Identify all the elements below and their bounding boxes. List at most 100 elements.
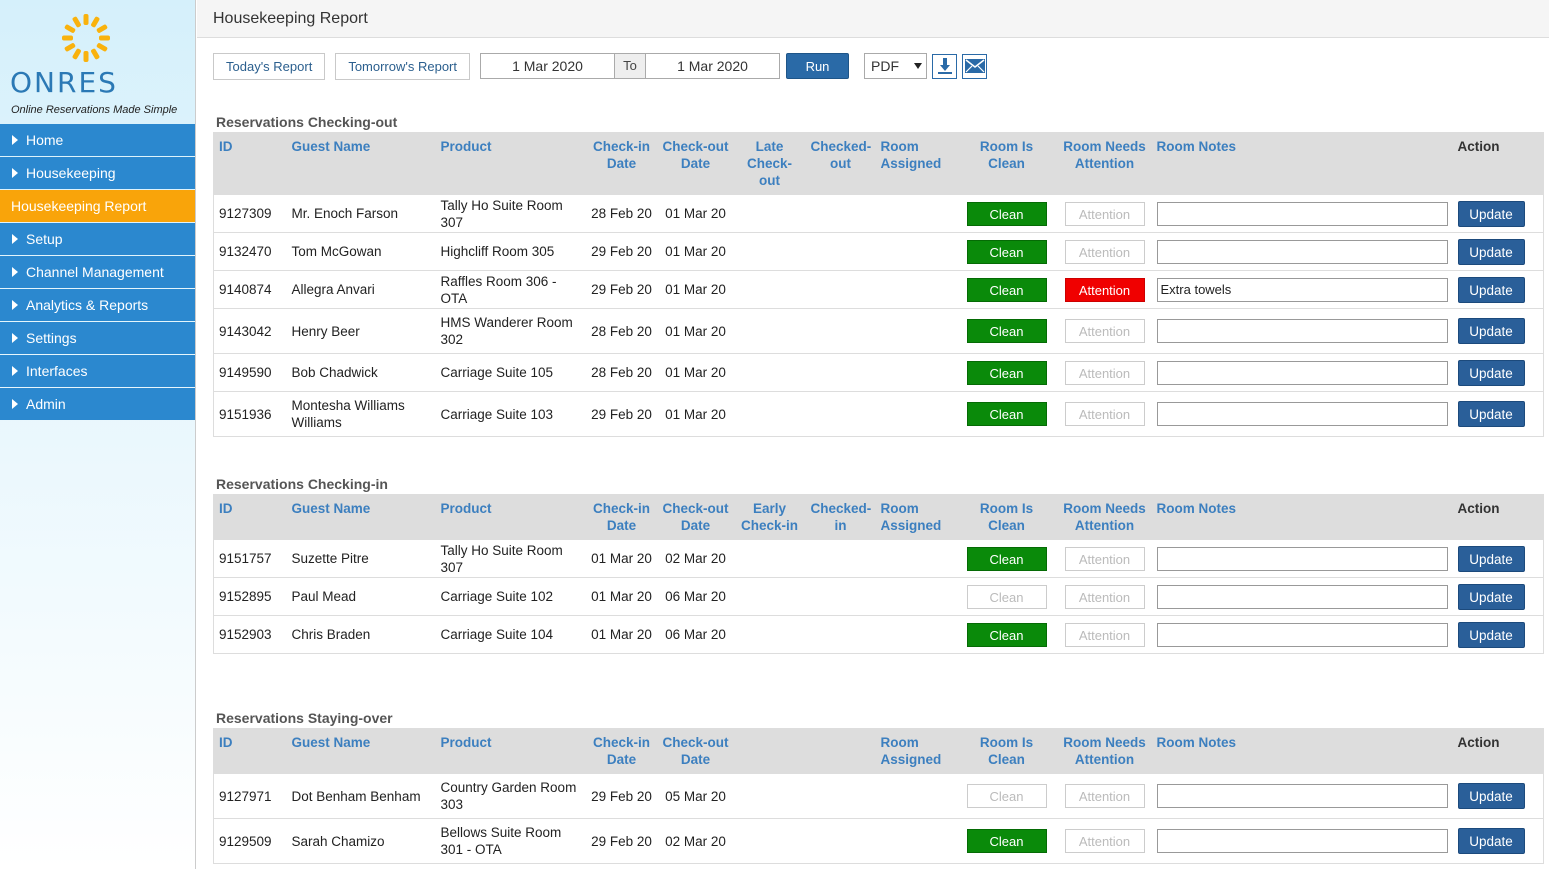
update-button[interactable]: Update (1457, 583, 1525, 610)
column-header[interactable] (734, 729, 806, 774)
attention-toggle[interactable]: Attention (1064, 546, 1145, 571)
download-button[interactable] (932, 53, 957, 79)
room-notes-input[interactable] (1156, 319, 1448, 343)
attention-toggle[interactable]: Attention (1064, 201, 1145, 226)
column-header[interactable]: Check-out Date (658, 495, 734, 540)
sidebar-item-channel-management[interactable]: Channel Management (0, 256, 195, 288)
attention-toggle[interactable]: Attention (1064, 402, 1145, 426)
guest-name: Mr. Enoch Farson (286, 194, 436, 233)
column-header[interactable]: Room Assigned (876, 729, 956, 774)
sidebar-item-housekeeping[interactable]: Housekeeping (0, 157, 195, 189)
column-header[interactable]: Checked-in (806, 495, 876, 540)
column-header[interactable]: Room Notes (1152, 729, 1453, 774)
column-header[interactable]: Product (436, 729, 586, 774)
format-select[interactable]: PDF (864, 53, 927, 79)
clean-cell: Clean (955, 615, 1058, 654)
column-header[interactable]: Guest Name (287, 729, 436, 774)
room-notes-input[interactable] (1156, 360, 1448, 385)
column-header[interactable]: Guest Name (287, 495, 436, 540)
room-notes-input[interactable] (1156, 402, 1448, 426)
update-button[interactable]: Update (1457, 318, 1525, 344)
room-notes-input[interactable] (1156, 784, 1448, 808)
clean-toggle[interactable]: Clean (966, 239, 1047, 264)
clean-toggle[interactable]: Clean (966, 546, 1047, 571)
column-header[interactable]: Room Is Clean (956, 495, 1058, 540)
update-button[interactable]: Update (1457, 783, 1525, 809)
update-button[interactable]: Update (1457, 401, 1525, 427)
clean-toggle[interactable]: Clean (966, 784, 1047, 808)
sidebar-item-admin[interactable]: Admin (0, 388, 195, 420)
update-button[interactable]: Update (1457, 238, 1525, 265)
column-header[interactable]: ID (214, 495, 287, 540)
attention-toggle[interactable]: Attention (1064, 829, 1145, 853)
room-notes-input[interactable] (1156, 239, 1448, 264)
room-notes-input[interactable] (1156, 546, 1448, 571)
column-header[interactable]: Early Check-in (734, 495, 806, 540)
update-button[interactable]: Update (1457, 545, 1525, 572)
room-notes-input[interactable] (1156, 201, 1448, 226)
room-notes-input[interactable] (1156, 829, 1448, 853)
column-header[interactable]: Checked-out (806, 133, 876, 195)
clean-toggle[interactable]: Clean (966, 829, 1047, 853)
room-notes-input[interactable]: Extra towels (1156, 277, 1448, 302)
attention-toggle[interactable]: Attention (1064, 584, 1145, 609)
attention-toggle[interactable]: Attention (1064, 784, 1145, 808)
date-to-input[interactable]: 1 Mar 2020 (645, 53, 780, 79)
column-header[interactable]: Room Needs Attention (1058, 495, 1152, 540)
column-header[interactable]: Late Check-out (734, 133, 806, 195)
update-button[interactable]: Update (1457, 359, 1525, 386)
column-header[interactable]: Room Is Clean (956, 133, 1058, 195)
tomorrows-report-button[interactable]: Tomorrow's Report (335, 52, 470, 80)
column-header[interactable]: Room Notes (1152, 133, 1453, 195)
column-header[interactable] (806, 729, 876, 774)
sidebar-item-analytics-reports[interactable]: Analytics & Reports (0, 289, 195, 321)
update-button[interactable]: Update (1457, 621, 1525, 648)
clean-toggle[interactable]: Clean (966, 319, 1047, 343)
update-button[interactable]: Update (1457, 276, 1525, 303)
attention-toggle[interactable]: Attention (1064, 277, 1145, 302)
column-header[interactable]: ID (214, 133, 287, 195)
column-header[interactable]: Room Assigned (876, 495, 956, 540)
todays-report-button[interactable]: Today's Report (213, 52, 326, 80)
clean-toggle[interactable]: Clean (966, 622, 1047, 647)
logo[interactable]: ONRES Online Reservations Made Simple (0, 0, 195, 124)
sidebar-item-housekeeping-report[interactable]: Housekeeping Report (0, 190, 195, 222)
action-cell: Update (1452, 818, 1544, 864)
date-from-input[interactable]: 1 Mar 2020 (480, 53, 615, 79)
run-button[interactable]: Run (786, 53, 849, 79)
sidebar-item-label: Home (26, 132, 64, 148)
column-header[interactable]: Product (436, 133, 586, 195)
clean-toggle[interactable]: Clean (966, 584, 1047, 609)
column-header[interactable]: Check-out Date (658, 133, 734, 195)
column-header[interactable]: Check-in Date (586, 729, 658, 774)
sidebar-item-settings[interactable]: Settings (0, 322, 195, 354)
clean-toggle[interactable]: Clean (966, 277, 1047, 302)
column-header[interactable]: Check-in Date (586, 133, 658, 195)
column-header[interactable]: Room Needs Attention (1058, 729, 1152, 774)
sidebar-item-interfaces[interactable]: Interfaces (0, 355, 195, 387)
column-header[interactable]: Check-in Date (586, 495, 658, 540)
email-button[interactable] (962, 53, 987, 79)
attention-toggle[interactable]: Attention (1064, 239, 1145, 264)
column-header[interactable]: Room Is Clean (956, 729, 1058, 774)
update-button[interactable]: Update (1457, 828, 1525, 854)
attention-toggle[interactable]: Attention (1064, 360, 1145, 385)
clean-toggle[interactable]: Clean (966, 402, 1047, 426)
column-header[interactable]: Product (436, 495, 586, 540)
column-header[interactable]: Room Notes (1152, 495, 1453, 540)
column-header[interactable]: Guest Name (287, 133, 436, 195)
column-header[interactable]: Room Assigned (876, 133, 956, 195)
attention-toggle[interactable]: Attention (1064, 319, 1145, 343)
attention-toggle[interactable]: Attention (1064, 622, 1145, 647)
clean-toggle[interactable]: Clean (966, 360, 1047, 385)
clean-toggle[interactable]: Clean (966, 201, 1047, 226)
room-notes-input[interactable] (1156, 584, 1448, 609)
sidebar-item-home[interactable]: Home (0, 124, 195, 156)
room-notes-input[interactable] (1156, 622, 1448, 647)
column-header[interactable]: Room Needs Attention (1058, 133, 1152, 195)
column-header[interactable]: Check-out Date (658, 729, 734, 774)
update-button[interactable]: Update (1457, 200, 1525, 227)
sidebar-item-setup[interactable]: Setup (0, 223, 195, 255)
room-notes-cell (1151, 577, 1453, 616)
column-header[interactable]: ID (214, 729, 287, 774)
